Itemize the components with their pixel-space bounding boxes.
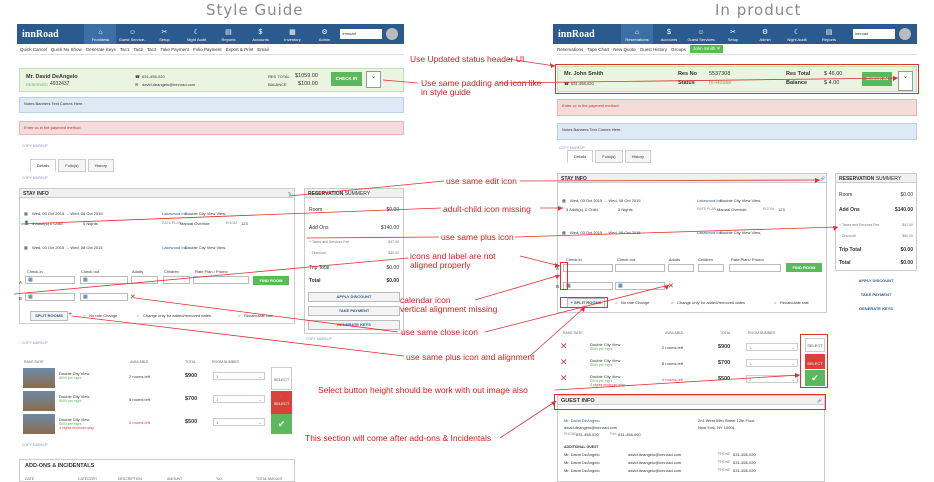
annotation-connectors [13,58,899,439]
